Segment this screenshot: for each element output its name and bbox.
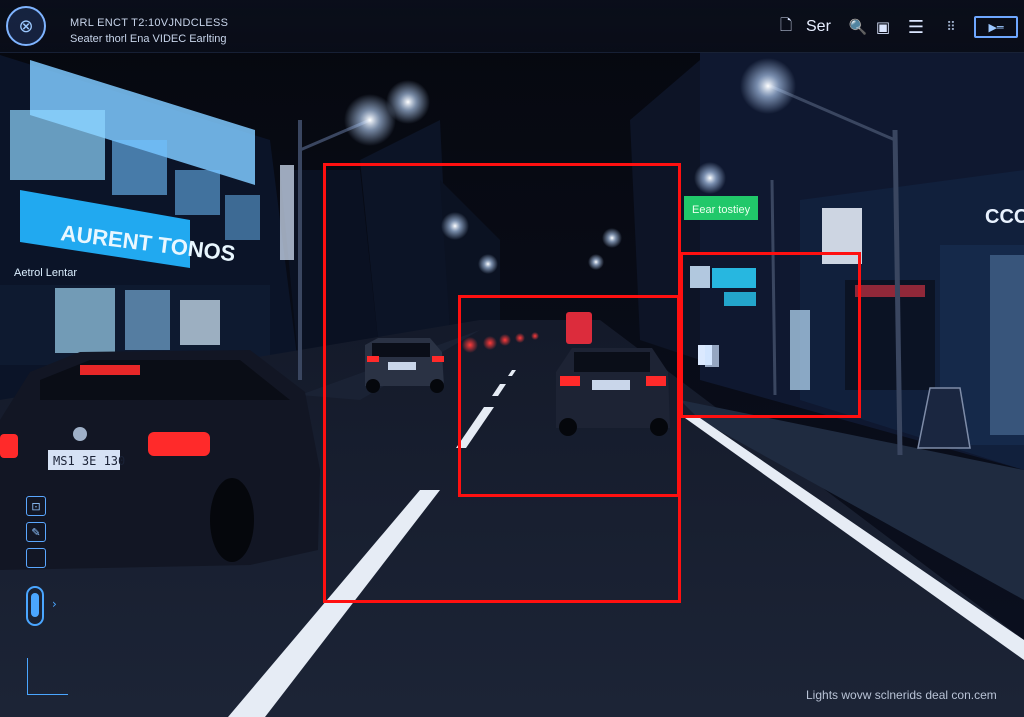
window-subtitle: Seater thorl Ena VIDEC Earlting [70,33,227,45]
detection-box-car[interactable] [458,295,680,497]
chevron-right-icon[interactable]: › [52,597,57,611]
green-sign-text: Eear tostiey [692,204,751,216]
window-title: MRL ENCT T2:10VJNDCLESS [70,17,229,29]
right-sign-text: CCC [985,206,1024,228]
toolbar-label[interactable]: Ser [806,16,831,38]
file-icon[interactable]: 🗋 [776,16,796,38]
square-tool-icon[interactable] [26,548,46,568]
video-icon[interactable]: ▶═ [974,16,1018,38]
crop-tool-icon[interactable]: ⊡ [26,496,46,516]
svg-text:Aetrol Lentar: Aetrol Lentar [14,267,77,279]
axis-corner-marker [27,658,68,695]
detection-box-storefront[interactable] [680,252,861,418]
side-toolbar: ⊡ ✎ [26,496,48,626]
license-plate-text: MS1 3E 130 [53,454,125,468]
menu-icon[interactable]: ☰ [905,16,927,38]
pen-tool-icon[interactable]: ✎ [26,522,46,542]
slider-control[interactable] [26,586,44,626]
footer-watermark: Lights wovw sclnerids deal con.cem [806,688,997,702]
search-icon[interactable]: 🔍 [848,16,868,38]
grid-icon[interactable]: ⠿ [943,16,959,38]
window-icon[interactable]: ▣ [873,16,893,38]
top-bar: ⊗ MRL ENCT T2:10VJNDCLESS Seater thorl E… [0,0,1024,53]
app-logo-icon[interactable]: ⊗ [6,6,46,46]
